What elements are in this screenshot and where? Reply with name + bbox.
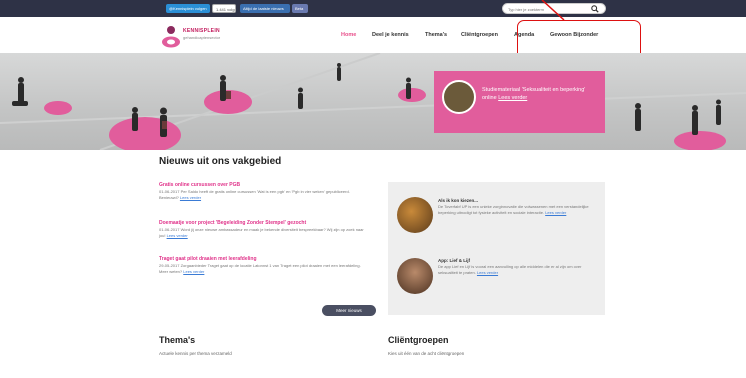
news-text: 01-06-2017 Word jij onze nieuwe ambassad… [159, 227, 364, 238]
news-section-title: Nieuws uit ons vakgebied [159, 156, 282, 167]
rss-button[interactable]: Altijd de laatste nieuws [240, 4, 290, 13]
callout-read-more-link[interactable]: Lees verder [498, 95, 527, 101]
news-body: 29-05-2017 Zorgaanbieder Traget gaat op … [159, 263, 369, 275]
search-icon[interactable] [591, 5, 599, 13]
news-read-more-link[interactable]: Lees verder [167, 233, 188, 238]
twitter-follow-button[interactable]: @Kennisplein volgen [166, 4, 210, 13]
callout-text: Studiemateriaal 'Seksualiteit en beperki… [482, 86, 600, 102]
clientgroepen-section-subtitle: Kies uit één van de acht cliëntgroepen [388, 351, 465, 356]
annotation-arrow [541, 0, 565, 21]
news-read-more-link[interactable]: Lees verder [180, 195, 201, 200]
clientgroepen-section-title[interactable]: Cliëntgroepen [388, 335, 449, 345]
news-headline[interactable]: Traget gaat pilot draaien met leerafdeli… [159, 256, 369, 263]
brand-tagline: gehandicaptensector [183, 35, 221, 40]
nav-deel-je-kennis[interactable]: Deel je kennis [372, 32, 409, 38]
news-headline[interactable]: Doemaatje voor project 'Begeleiding Zond… [159, 220, 369, 227]
news-item: Gratis online cursussen over PGB 01-06-2… [159, 182, 369, 201]
kennisplein-logo[interactable] [161, 25, 181, 49]
more-news-button[interactable]: Meer nieuws [322, 305, 376, 316]
nav-themas[interactable]: Thema's [425, 32, 447, 38]
follower-count: 1.441 volgers [212, 4, 236, 13]
side-item-thumbnail[interactable] [397, 197, 433, 233]
themas-section-title[interactable]: Thema's [159, 335, 195, 345]
beta-badge: Beta [292, 4, 308, 13]
side-item: Als ik kon kiezen... De Toverfabf UP is … [438, 198, 598, 215]
news-headline[interactable]: Gratis online cursussen over PGB [159, 182, 369, 189]
side-item-body: De Toverfabf UP is een unieke zorginnova… [438, 204, 598, 215]
callout-thumbnail[interactable] [442, 80, 476, 114]
side-read-more-link[interactable]: Lees verder [477, 270, 498, 275]
side-item-text: De app Lief en Lijf is vooral een aanvul… [438, 264, 582, 275]
news-item: Traget gaat pilot draaien met leerafdeli… [159, 256, 369, 275]
side-item: App: Lief & Lijf De app Lief en Lijf is … [438, 258, 598, 275]
top-bar: @Kennisplein volgen 1.441 volgers Altijd… [0, 0, 746, 17]
side-item-body: De app Lief en Lijf is vooral een aanvul… [438, 264, 598, 275]
news-item: Doemaatje voor project 'Begeleiding Zond… [159, 220, 369, 239]
side-read-more-link[interactable]: Lees verder [545, 210, 566, 215]
brand-name: KENNISPLEIN [183, 28, 220, 34]
news-body: 01-06-2017 Word jij onze nieuwe ambassad… [159, 227, 369, 239]
news-read-more-link[interactable]: Lees verder [183, 269, 204, 274]
nav-clientgroepen[interactable]: Cliëntgroepen [461, 32, 498, 38]
news-body: 01-06-2017 Per Saldo heeft de gratis onl… [159, 189, 369, 201]
side-item-thumbnail[interactable] [397, 258, 433, 294]
hero-banner [0, 53, 746, 150]
hero-photo [0, 53, 746, 150]
nav-home[interactable]: Home [341, 32, 356, 38]
themas-section-subtitle: Actuele kennis per thema verzameld [159, 351, 232, 356]
